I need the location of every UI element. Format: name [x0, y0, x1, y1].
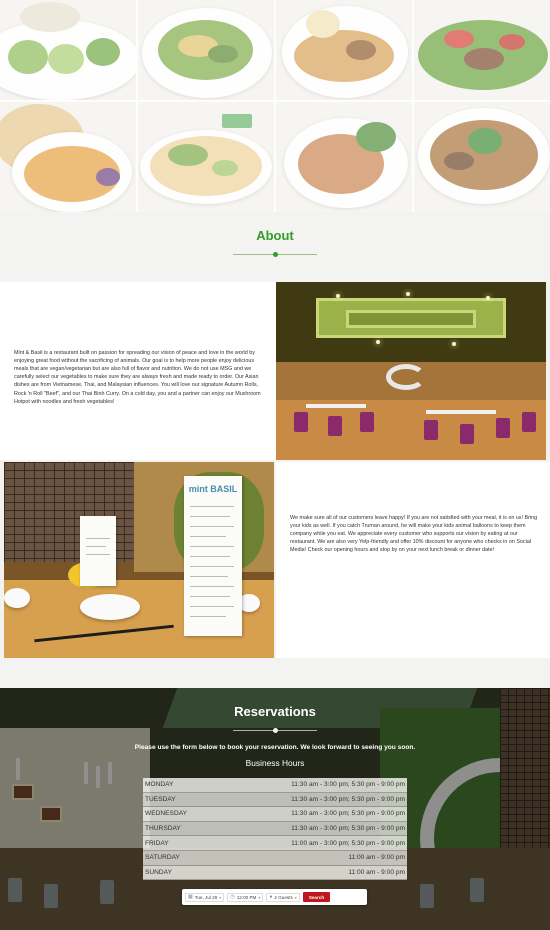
spring-rolls-photo	[0, 0, 136, 100]
date-value: Tue, Jul 28	[194, 894, 218, 900]
noodle-dish-photo	[276, 0, 412, 100]
business-hours-table: MONDAY 11:30 am - 3:00 pm; 5:30 pm - 9:00…	[143, 778, 407, 881]
section-divider	[233, 728, 317, 733]
reservation-form: ▦ Tue, Jul 28 ▾ ◷ 12:00 PM ▾ ● 2 Guests …	[182, 889, 367, 905]
time-picker[interactable]: ◷ 12:00 PM ▾	[227, 892, 264, 902]
reservations-intro: Please use the form below to book your r…	[134, 744, 416, 751]
clock-icon: ◷	[230, 894, 235, 900]
about-section-header: About	[0, 212, 550, 282]
about-paragraph-2: We make sure all of our customers leave …	[290, 515, 538, 554]
divider-dot-icon	[273, 252, 278, 257]
salad-photo	[138, 0, 274, 100]
about-text-block-1: Mint & Basil is a restaurant built on pa…	[0, 282, 276, 460]
divider-dot-icon	[273, 728, 278, 733]
reservations-title: Reservations	[234, 704, 316, 719]
about-title: About	[256, 228, 294, 243]
chevron-down-icon: ▾	[258, 894, 261, 900]
fried-rice-photo	[276, 102, 412, 214]
hours-day: THURSDAY	[145, 825, 181, 833]
menu-table-photo: mint BASIL	[4, 462, 274, 658]
menu-card: mint BASIL	[184, 476, 242, 636]
hours-day: MONDAY	[145, 781, 174, 789]
guests-picker[interactable]: ● 2 Guests ▾	[266, 892, 300, 902]
pizza-photo	[138, 102, 274, 214]
section-spacer	[0, 658, 550, 688]
chevron-down-icon: ▾	[294, 894, 297, 900]
hours-row-thursday: THURSDAY 11:30 am - 3:00 pm; 5:30 pm - 9:…	[143, 821, 407, 837]
search-button[interactable]: Search	[302, 892, 331, 902]
guests-value: 2 Guests	[274, 894, 293, 900]
hours-row-tuesday: TUESDAY 11:30 am - 3:00 pm; 5:30 pm - 9:0…	[143, 792, 407, 808]
hours-time: 11:00 am - 9:00 pm	[348, 854, 405, 862]
roti-curry-photo	[0, 102, 136, 214]
hours-time: 11:00 am - 9:00 pm	[348, 868, 405, 876]
hours-row-monday: MONDAY 11:30 am - 3:00 pm; 5:30 pm - 9:00…	[143, 778, 407, 793]
mushroom-soup-photo	[414, 102, 550, 214]
calendar-icon: ▦	[188, 894, 193, 900]
hours-day: WEDNESDAY	[145, 810, 188, 818]
hours-row-friday: FRIDAY 11:00 am - 3:00 pm; 5:30 pm - 9:00…	[143, 836, 407, 851]
hours-time: 11:30 am - 3:00 pm; 5:30 pm - 9:00 pm	[291, 795, 405, 803]
hours-day: SATURDAY	[145, 854, 180, 862]
about-text-block-2: We make sure all of our customers leave …	[276, 462, 550, 658]
menu-brand-logo: mint BASIL	[188, 484, 238, 494]
business-hours-title: Business Hours	[245, 758, 305, 768]
beef-salad-photo	[414, 0, 550, 100]
about-paragraph-1: Mint & Basil is a restaurant built on pa…	[14, 350, 261, 405]
hours-day: SUNDAY	[145, 868, 172, 876]
hours-time: 11:30 am - 3:00 pm; 5:30 pm - 9:00 pm	[291, 781, 405, 789]
hours-time: 11:30 am - 3:00 pm; 5:30 pm - 9:00 pm	[291, 810, 405, 818]
chevron-down-icon: ▾	[219, 894, 222, 900]
hours-row-sunday: SUNDAY 11:00 am - 9:00 pm	[143, 865, 407, 881]
person-icon: ●	[269, 894, 273, 900]
time-value: 12:00 PM	[236, 894, 257, 900]
hours-time: 11:30 am - 3:00 pm; 5:30 pm - 9:00 pm	[291, 825, 405, 833]
hours-time: 11:00 am - 3:00 pm; 5:30 pm - 9:00 pm	[291, 839, 405, 847]
hours-day: TUESDAY	[145, 795, 176, 803]
date-picker[interactable]: ▦ Tue, Jul 28 ▾	[185, 892, 225, 902]
hours-row-saturday: SATURDAY 11:00 am - 9:00 pm	[143, 850, 407, 866]
hours-row-wednesday: WEDNESDAY 11:30 am - 3:00 pm; 5:30 pm - 9…	[143, 807, 407, 822]
food-gallery	[0, 0, 550, 214]
section-divider	[233, 252, 317, 257]
hours-day: FRIDAY	[145, 839, 169, 847]
restaurant-interior-photo	[276, 282, 546, 460]
reservations-section: Reservations Please use the form below t…	[0, 688, 550, 930]
